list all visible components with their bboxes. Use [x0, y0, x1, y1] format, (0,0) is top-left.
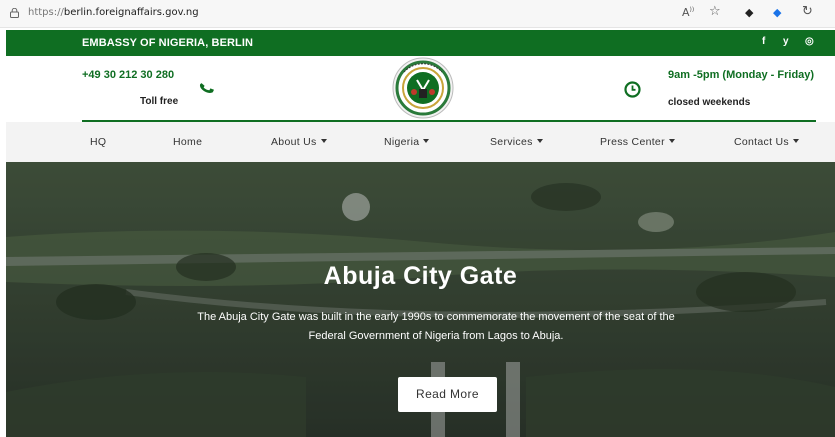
embassy-name: EMBASSY OF NIGERIA, BERLIN [82, 37, 254, 49]
toll-free-label: Toll free [140, 96, 179, 107]
top-bar: EMBASSY OF NIGERIA, BERLIN f y ◎ [6, 30, 835, 56]
caret-down-icon [792, 139, 799, 143]
nav-item-label: Press Center [600, 136, 665, 148]
copilot-icon[interactable]: ↻ [802, 4, 813, 19]
nav-item-services[interactable]: Services [490, 136, 543, 148]
hero-description: The Abuja City Gate was built in the ear… [197, 311, 675, 342]
phone-number[interactable]: +49 30 212 30 280 [82, 69, 174, 81]
nav-item-label: Home [173, 136, 203, 148]
nav-item-label: HQ [90, 136, 107, 148]
twitter-icon[interactable]: y [783, 36, 789, 47]
instagram-icon[interactable]: ◎ [805, 36, 814, 47]
phone-icon [199, 83, 215, 93]
nav-item-contact-us[interactable]: Contact Us [734, 136, 799, 148]
caret-down-icon [423, 139, 430, 143]
closed-weekends-label: closed weekends [668, 97, 751, 108]
main-nav: HQ Home About Us Nigeria Services Press … [6, 122, 835, 162]
nav-item-about-us[interactable]: About Us [271, 136, 327, 148]
url-field[interactable]: https://berlin.foreignaffairs.gov.ng [28, 7, 199, 18]
office-hours: 9am -5pm (Monday - Friday) [668, 69, 815, 81]
read-aloud-icon[interactable]: A)) [682, 6, 694, 19]
ministry-logo[interactable] [390, 56, 456, 120]
extension-diamond-icon[interactable]: ◆ [773, 6, 781, 19]
extension-icon[interactable]: ◆ [745, 6, 753, 19]
nav-item-press-center[interactable]: Press Center [600, 136, 675, 148]
nav-item-label: About Us [271, 136, 317, 148]
nav-item-hq[interactable]: HQ [90, 136, 106, 148]
nav-item-label: Nigeria [384, 136, 420, 148]
caret-down-icon [668, 139, 675, 143]
lock-icon[interactable] [10, 8, 19, 18]
facebook-icon[interactable]: f [762, 36, 765, 47]
hero-title: Abuja City Gate [323, 262, 518, 290]
browser-address-bar: https://berlin.foreignaffairs.gov.ng A))… [0, 0, 835, 28]
read-more-button[interactable]: Read More [398, 377, 497, 412]
favorite-star-icon[interactable]: ☆ [709, 4, 721, 19]
url-host: berlin.foreignaffairs.gov.ng [63, 7, 199, 18]
clock-icon [624, 81, 641, 98]
hero-slider: Abuja City Gate The Abuja City Gate was … [6, 162, 835, 437]
contact-info-row: +49 30 212 30 280 Toll free 9am -5pm (Mo… [6, 56, 835, 122]
nav-item-nigeria[interactable]: Nigeria [384, 136, 430, 148]
url-scheme: https:// [28, 7, 64, 18]
caret-down-icon [320, 139, 327, 143]
nav-item-home[interactable]: Home [173, 136, 202, 148]
nav-item-label: Services [490, 136, 533, 148]
nav-item-label: Contact Us [734, 136, 789, 148]
caret-down-icon [536, 139, 543, 143]
